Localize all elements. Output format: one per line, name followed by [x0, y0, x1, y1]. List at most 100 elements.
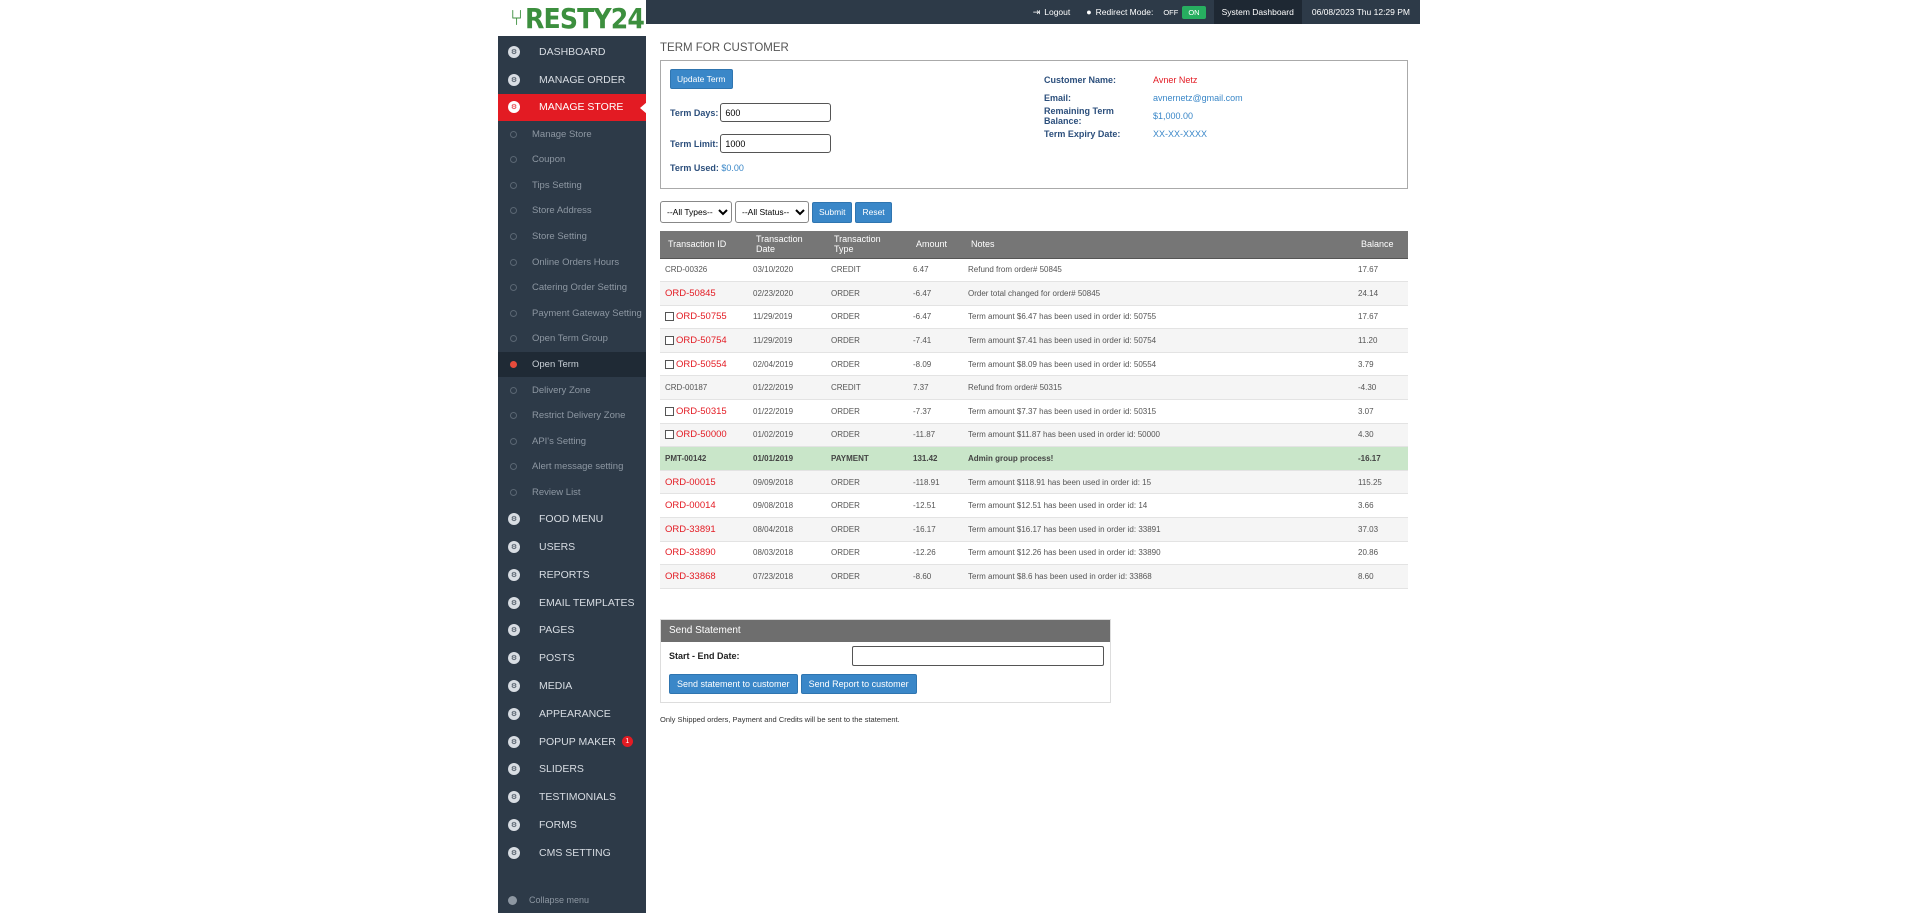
sidebar-item-popup-maker[interactable]: ⚙ POPUP MAKER 1: [498, 728, 646, 756]
type-filter-select[interactable]: --All Types--: [660, 201, 732, 223]
submit-button[interactable]: Submit: [812, 201, 853, 223]
sidebar-item-email-templates[interactable]: ⚙ EMAIL TEMPLATES: [498, 589, 646, 617]
form-icon: ⚙: [508, 818, 520, 831]
date-range-input[interactable]: [852, 645, 1104, 666]
system-dashboard-link[interactable]: System Dashboard: [1213, 0, 1302, 24]
sidebar-item-media[interactable]: ⚙ MEDIA: [498, 672, 646, 700]
sidebar-subitem-online-orders-hours[interactable]: Online Orders Hours: [498, 249, 646, 275]
sidebar-subitem-alert-message-setting[interactable]: Alert message setting: [498, 454, 646, 480]
order-link[interactable]: ORD-50845: [665, 288, 716, 299]
sidebar-item-cms-setting[interactable]: ⚙ CMS SETTING: [498, 839, 646, 867]
datetime: 06/08/2023 Thu 12:29 PM: [1311, 7, 1410, 17]
sidebar-subitem-coupon[interactable]: Coupon: [498, 147, 646, 173]
order-link[interactable]: ORD-50755: [676, 311, 727, 322]
sidebar-item-appearance[interactable]: ⚙ APPEARANCE: [498, 700, 646, 728]
sidebar-item-posts[interactable]: ⚙ POSTS: [498, 644, 646, 672]
logout-label: Logout: [1044, 7, 1071, 17]
logout-link[interactable]: ⇥ Logout: [1025, 0, 1079, 24]
reset-button[interactable]: Reset: [855, 201, 892, 223]
sidebar-subitem-catering-order-setting[interactable]: Catering Order Setting: [498, 275, 646, 301]
status-filter-select[interactable]: --All Status--: [735, 201, 809, 223]
term-limit-input[interactable]: [720, 134, 832, 153]
cell-balance: 17.67: [1353, 305, 1408, 330]
statement-note: Only Shipped orders, Payment and Credits…: [660, 714, 900, 724]
order-link[interactable]: ORD-33890: [665, 547, 716, 558]
sidebar-subitem-tips-setting[interactable]: Tips Setting: [498, 173, 646, 199]
sidebar-subitem-store-address[interactable]: Store Address: [498, 198, 646, 224]
sidebar-item-pages[interactable]: ⚙ PAGES: [498, 616, 646, 644]
sidebar-subitem-payment-gateway-setting[interactable]: Payment Gateway Setting: [498, 301, 646, 327]
cell-notes: Term amount $7.41 has been used in order…: [963, 328, 1353, 353]
row-checkbox[interactable]: [665, 406, 674, 416]
customer-name-row: Customer Name: Avner Netz: [1044, 71, 1243, 89]
sidebar-subitem-restrict-delivery-zone[interactable]: Restrict Delivery Zone: [498, 403, 646, 429]
sidebar-item-forms[interactable]: ⚙ FORMS: [498, 811, 646, 839]
customer-email[interactable]: avnernetz@gmail.com: [1153, 93, 1243, 103]
cell-notes: Term amount $8.6 has been used in order …: [963, 564, 1353, 589]
cell-amount: -6.47: [908, 305, 963, 330]
sidebar-subitem-delivery-zone[interactable]: Delivery Zone: [498, 377, 646, 403]
sidebar-item-dashboard[interactable]: ⚙ DASHBOARD: [498, 38, 646, 66]
gear-icon: ⚙: [508, 73, 520, 86]
order-link[interactable]: ORD-33891: [665, 524, 716, 535]
order-link[interactable]: ORD-33868: [665, 571, 716, 582]
cell-balance: 3.66: [1353, 493, 1408, 519]
logo[interactable]: ⑂ RESTY24: [498, 0, 646, 38]
sidebar-item-users[interactable]: ⚙ USERS: [498, 533, 646, 561]
order-link[interactable]: ORD-50554: [676, 359, 727, 370]
sidebar-subitem-open-term[interactable]: Open Term: [498, 351, 646, 378]
sidebar-subitem-api-s-setting[interactable]: API's Setting: [498, 429, 646, 455]
sidebar-subitem-open-term-group[interactable]: Open Term Group: [498, 326, 646, 352]
term-used: Term Used: $0.00: [670, 163, 1398, 173]
sidebar-item-label: POSTS: [539, 652, 575, 665]
sidebar-item-sliders[interactable]: ⚙ SLIDERS: [498, 755, 646, 783]
pin-icon: ⚙: [508, 652, 520, 665]
order-link[interactable]: ORD-00014: [665, 500, 716, 511]
cell-type: ORDER: [826, 399, 908, 424]
cell-date: 03/10/2020: [748, 258, 826, 283]
send-statement-button[interactable]: Send statement to customer: [669, 673, 798, 694]
term-days-input[interactable]: [720, 103, 832, 122]
redirect-toggle[interactable]: OFF ON: [1159, 5, 1206, 19]
sidebar-subitem-label: Open Term: [532, 359, 579, 371]
order-link[interactable]: ORD-50315: [676, 406, 727, 417]
cell-type: PAYMENT: [826, 446, 908, 471]
toggle-off[interactable]: OFF: [1159, 6, 1182, 19]
sidebar-item-food-menu[interactable]: ⚙ FOOD MENU: [498, 505, 646, 533]
dashboard-label: System Dashboard: [1221, 7, 1294, 17]
order-link[interactable]: ORD-50000: [676, 429, 727, 440]
cell-balance: 8.60: [1353, 564, 1408, 589]
toggle-on[interactable]: ON: [1182, 5, 1206, 19]
cell-date: 11/29/2019: [748, 328, 826, 353]
sidebar-subitem-manage-store[interactable]: Manage Store: [498, 121, 646, 147]
row-checkbox[interactable]: [665, 336, 674, 346]
order-link[interactable]: ORD-00015: [665, 477, 716, 488]
cell-balance: 11.20: [1353, 328, 1408, 353]
sidebar-subitem-review-list[interactable]: Review List: [498, 480, 646, 506]
sidebar-item-manage-order[interactable]: ⚙ MANAGE ORDER: [498, 66, 646, 94]
sidebar-item-reports[interactable]: ⚙ REPORTS: [498, 561, 646, 589]
cell-type: ORDER: [826, 517, 908, 542]
row-checkbox[interactable]: [665, 430, 674, 440]
cell-notes: Term amount $8.09 has been used in order…: [963, 352, 1353, 377]
table-row: ORD-33868 07/23/2018 ORDER -8.60 Term amount…: [660, 564, 1408, 589]
col-notes: Notes: [963, 231, 1353, 259]
collapse-menu-button[interactable]: Collapse menu: [508, 895, 589, 905]
sidebar-item-label: TESTIMONIALS: [539, 791, 617, 804]
update-term-button[interactable]: Update Term: [670, 69, 733, 89]
circle-icon: [510, 489, 517, 496]
sidebar-subitem-store-setting[interactable]: Store Setting: [498, 224, 646, 250]
send-report-button[interactable]: Send Report to customer: [800, 673, 917, 694]
sidebar-item-label: EMAIL TEMPLATES: [539, 596, 635, 609]
row-checkbox[interactable]: [665, 359, 674, 369]
filters: --All Types-- --All Status-- Submit Rese…: [660, 201, 1408, 223]
row-checkbox[interactable]: [665, 312, 674, 322]
order-link[interactable]: ORD-50754: [676, 335, 727, 346]
circle-icon: [510, 335, 517, 343]
cell-amount: -16.17: [908, 517, 963, 542]
col-balance: Balance: [1353, 231, 1408, 259]
sidebar-item-testimonials[interactable]: ⚙ TESTIMONIALS: [498, 783, 646, 811]
sidebar-item-manage-store[interactable]: ⚙ MANAGE STORE: [498, 93, 647, 122]
remaining-balance-row: Remaining Term Balance: $1,000.00: [1044, 106, 1243, 126]
gear-icon: ⚙: [508, 596, 520, 609]
